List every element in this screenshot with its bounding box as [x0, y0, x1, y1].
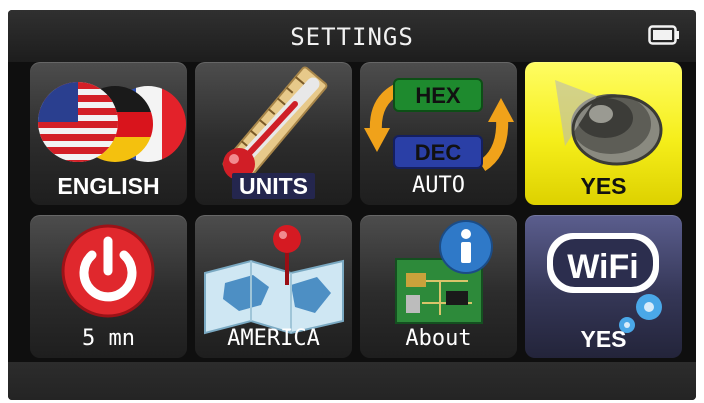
wifi-tile[interactable]: WiFi YES [525, 215, 682, 358]
sound-tile[interactable]: YES [525, 62, 682, 205]
header-bar: SETTINGS [8, 10, 696, 62]
region-label: AMERICA [227, 326, 320, 351]
about-tile[interactable]: About [360, 215, 517, 358]
units-tile[interactable]: UNITS [195, 62, 352, 205]
page-title: SETTINGS [290, 23, 414, 51]
battery-full-icon [648, 25, 679, 45]
auto-off-label: 5 mn [82, 326, 135, 351]
wifi-label: YES [580, 326, 627, 352]
device-screen: SETTINGS ENGLISH UNITS HEX DEC AUTO YES … [8, 10, 696, 400]
sound-label: YES [580, 173, 627, 199]
language-label: ENGLISH [57, 173, 160, 199]
region-tile[interactable]: AMERICA [195, 215, 352, 358]
number-format-tile[interactable]: HEX DEC AUTO [360, 62, 517, 205]
wifi-text: WiFi [567, 248, 638, 286]
number-format-label: AUTO [412, 173, 465, 198]
footer-bar [8, 362, 696, 400]
language-tile[interactable]: ENGLISH [30, 62, 187, 205]
dec-text: DEC [415, 140, 462, 165]
auto-off-tile[interactable]: 5 mn [30, 215, 187, 358]
units-label: UNITS [232, 173, 315, 199]
about-label: About [405, 326, 472, 351]
hex-text: HEX [415, 83, 461, 108]
